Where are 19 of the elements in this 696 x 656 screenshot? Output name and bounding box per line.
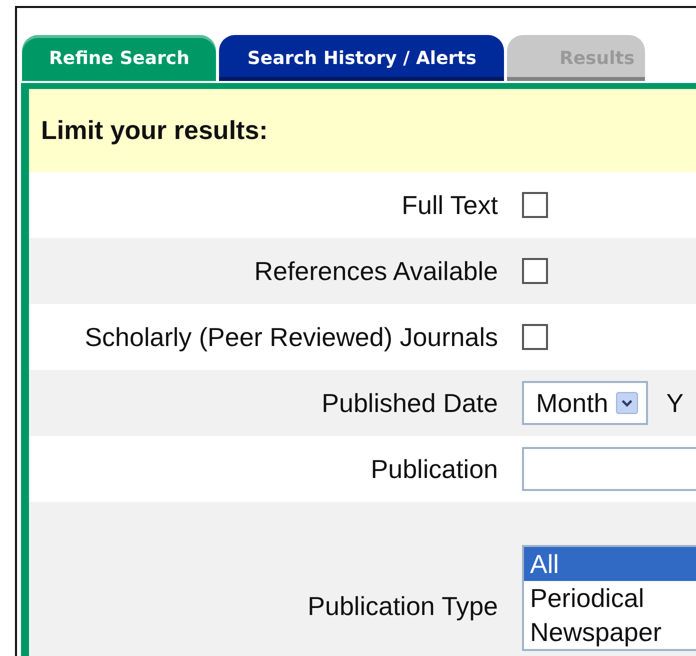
tab[interactable]: Search History / Alerts (219, 35, 504, 81)
field-label: Publication Type (306, 591, 498, 622)
list-option[interactable]: Newspaper (524, 615, 696, 649)
checkbox[interactable] (522, 258, 548, 284)
list-option[interactable]: All (524, 547, 696, 581)
publication-type-list[interactable]: All Periodical Newspaper (522, 545, 696, 651)
list-option[interactable]: Periodical (524, 581, 696, 615)
checkbox[interactable] (522, 192, 548, 218)
field-label: References Available (253, 256, 498, 286)
panel-heading: Limit your results: (29, 89, 696, 172)
checkbox[interactable] (522, 324, 548, 350)
month-dropdown[interactable]: Month (522, 381, 648, 425)
field-label: Scholarly (Peer Reviewed) Journals (84, 322, 498, 352)
year-label: Y (666, 388, 684, 418)
tab[interactable]: Refine Search (22, 35, 216, 81)
publication-input[interactable] (522, 447, 696, 491)
field-label: Published Date (320, 388, 498, 418)
field-label: Full Text (400, 190, 498, 220)
field-label: Publication (370, 454, 498, 484)
